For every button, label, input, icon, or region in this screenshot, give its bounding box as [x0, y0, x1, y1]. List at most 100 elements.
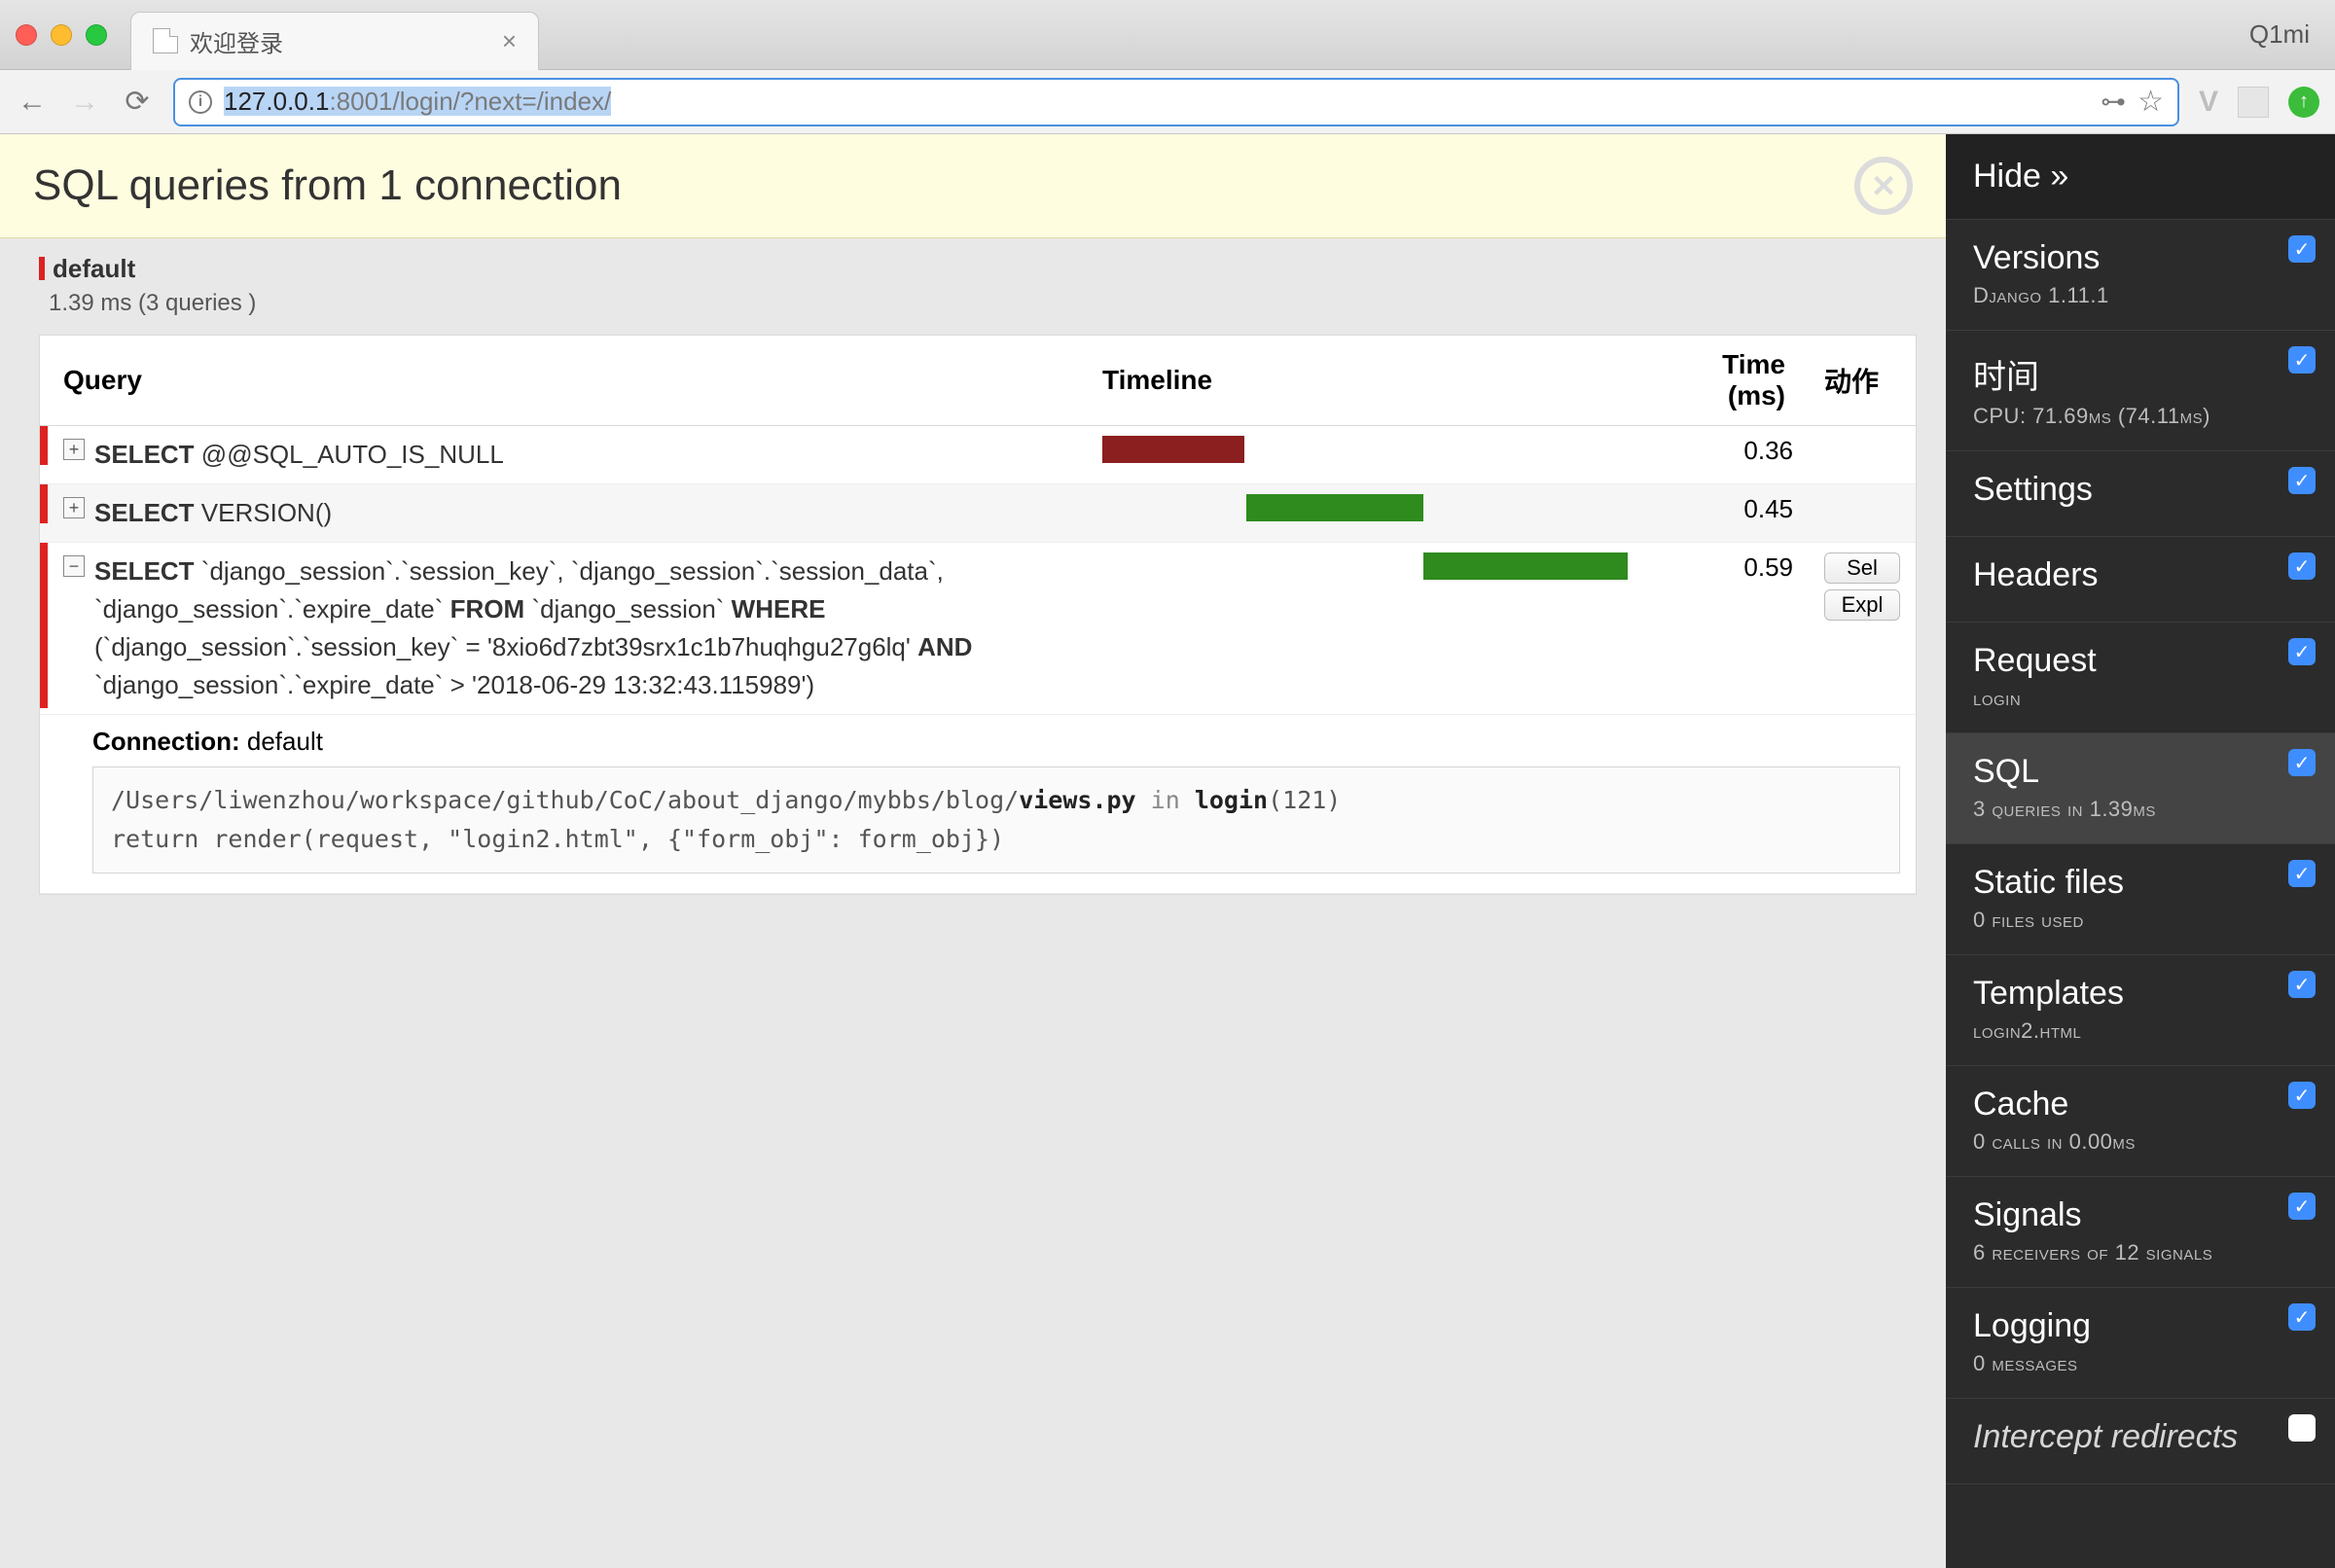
panel-title-label: Intercept redirects: [1973, 1418, 2308, 1456]
panel-subtitle: login: [1973, 686, 2308, 711]
panel-title-label: Request: [1973, 642, 2308, 680]
debug-panel-时间[interactable]: 时间 CPU: 71.69ms (74.11ms) ✓: [1946, 331, 2335, 451]
debug-panel-request[interactable]: Request login ✓: [1946, 623, 2335, 733]
panel-subtitle: CPU: 71.69ms (74.11ms): [1973, 404, 2308, 429]
extension-v-icon[interactable]: V: [2199, 86, 2218, 119]
bookmark-star-icon[interactable]: ☆: [2137, 85, 2164, 119]
debug-panel-settings[interactable]: Settings✓: [1946, 451, 2335, 537]
col-time: Time (ms): [1643, 336, 1809, 426]
forward-button[interactable]: →: [68, 86, 101, 119]
timeline-bar: [1102, 494, 1628, 521]
timeline-segment: [1423, 552, 1628, 580]
debug-toolbar: Hide »VersionsDjango 1.11.1✓时间CPU: 71.69…: [1946, 134, 2335, 1568]
debug-panel-static-files[interactable]: Static files 0 files used ✓: [1946, 844, 2335, 955]
panel-checkbox[interactable]: ✓: [2288, 467, 2316, 494]
panel-title: SQL queries from 1 connection: [33, 161, 622, 210]
severity-marker: [40, 426, 48, 465]
panel-header: SQL queries from 1 connection ×: [0, 134, 1946, 238]
hide-toolbar-button[interactable]: Hide »: [1946, 134, 2335, 220]
page-icon: [153, 28, 178, 53]
minimize-window-icon[interactable]: [51, 24, 72, 46]
extension-icons: V ↑: [2199, 86, 2319, 119]
panel-subtitle: 6 receivers of 12 signals: [1973, 1240, 2308, 1265]
panel-subtitle: login2.html: [1973, 1018, 2308, 1044]
expand-toggle-button[interactable]: +: [63, 439, 85, 460]
profile-name[interactable]: Q1mi: [2249, 19, 2319, 50]
query-time: 0.59: [1643, 543, 1809, 715]
sql-text: SELECT @@SQL_AUTO_IS_NULL: [94, 436, 504, 474]
extension-green-icon[interactable]: ↑: [2288, 87, 2319, 118]
col-action: 动作: [1809, 336, 1916, 426]
panel-title-label: 时间: [1973, 350, 2308, 398]
panel-checkbox[interactable]: ✓: [2288, 860, 2316, 887]
panel-title-label: Static files: [1973, 864, 2308, 902]
panel-subtitle: 3 queries in 1.39ms: [1973, 797, 2308, 822]
query-detail: Connection: default /Users/liwenzhou/wor…: [40, 715, 1916, 894]
debug-panel-templates[interactable]: Templateslogin2.html✓: [1946, 955, 2335, 1066]
connection-name: default: [53, 254, 135, 283]
close-window-icon[interactable]: [16, 24, 37, 46]
extension-square-icon[interactable]: [2238, 87, 2269, 118]
debug-panel-cache[interactable]: Cache 0 calls in 0.00ms ✓: [1946, 1066, 2335, 1177]
collapse-toggle-button[interactable]: −: [63, 555, 85, 577]
query-time: 0.36: [1643, 426, 1809, 484]
timeline-segment: [1102, 436, 1244, 463]
query-time: 0.45: [1643, 484, 1809, 543]
panel-checkbox[interactable]: ✓: [2288, 971, 2316, 998]
severity-marker: [40, 484, 48, 523]
panel-title-label: Cache: [1973, 1086, 2308, 1123]
panel-subtitle: Django 1.11.1: [1973, 283, 2308, 308]
panel-checkbox[interactable]: ✓: [2288, 638, 2316, 665]
expand-toggle-button[interactable]: +: [63, 497, 85, 518]
tab-title: 欢迎登录: [190, 24, 283, 58]
connection-line: Connection: default: [92, 727, 1900, 757]
toolbar: ← → ⟳ i 127.0.0.1:8001/login/?next=/inde…: [0, 70, 2335, 134]
debug-panel-logging[interactable]: Logging 0 messages ✓: [1946, 1288, 2335, 1399]
select-button[interactable]: Sel: [1824, 552, 1900, 584]
debug-panel-headers[interactable]: Headers✓: [1946, 537, 2335, 623]
browser-tab[interactable]: 欢迎登录 ×: [130, 12, 539, 70]
connection-stats: 1.39 ms (3 queries ): [49, 290, 1907, 317]
panel-checkbox[interactable]: ✓: [2288, 1193, 2316, 1220]
url-text: 127.0.0.1:8001/login/?next=/index/: [224, 87, 611, 117]
sql-panel: SQL queries from 1 connection × default …: [0, 134, 1946, 1568]
panel-subtitle: 0 files used: [1973, 908, 2308, 933]
browser-window: 欢迎登录 × Q1mi ← → ⟳ i 127.0.0.1:8001/login…: [0, 0, 2335, 1568]
panel-title-label: Settings: [1973, 471, 2308, 509]
query-row: + SELECT @@SQL_AUTO_IS_NULL 0.36: [40, 426, 1916, 484]
query-row: − SELECT `django_session`.`session_key`,…: [40, 543, 1916, 715]
panel-title-label: Signals: [1973, 1196, 2308, 1234]
info-icon[interactable]: i: [189, 90, 212, 114]
url-bar[interactable]: i 127.0.0.1:8001/login/?next=/index/ ⊶ ☆: [173, 78, 2179, 126]
maximize-window-icon[interactable]: [86, 24, 107, 46]
close-panel-button[interactable]: ×: [1854, 157, 1913, 215]
back-button[interactable]: ←: [16, 86, 49, 119]
panel-checkbox[interactable]: ✓: [2288, 749, 2316, 776]
col-query: Query: [48, 336, 1087, 426]
explain-button[interactable]: Expl: [1824, 589, 1900, 621]
panel-checkbox[interactable]: [2288, 1414, 2316, 1442]
content-area: SQL queries from 1 connection × default …: [0, 134, 2335, 1568]
debug-panel-intercept-redirects[interactable]: Intercept redirects: [1946, 1399, 2335, 1484]
panel-checkbox[interactable]: ✓: [2288, 235, 2316, 263]
key-icon[interactable]: ⊶: [2101, 87, 2126, 117]
timeline-bar: [1102, 436, 1628, 463]
col-timeline: Timeline: [1087, 336, 1643, 426]
reload-button[interactable]: ⟳: [121, 86, 154, 119]
panel-subtitle: 0 calls in 0.00ms: [1973, 1129, 2308, 1155]
timeline-segment: [1246, 494, 1423, 521]
panel-checkbox[interactable]: ✓: [2288, 1082, 2316, 1109]
debug-panel-signals[interactable]: Signals 6 receivers of 12 signals ✓: [1946, 1177, 2335, 1288]
panel-subtitle: 0 messages: [1973, 1351, 2308, 1376]
close-tab-icon[interactable]: ×: [502, 26, 517, 56]
panel-checkbox[interactable]: ✓: [2288, 346, 2316, 374]
panel-title-label: Headers: [1973, 556, 2308, 594]
severity-marker: [40, 543, 48, 708]
debug-panel-sql[interactable]: SQL3 queries in 1.39ms✓: [1946, 733, 2335, 844]
window-controls: [16, 24, 107, 46]
debug-panel-versions[interactable]: VersionsDjango 1.11.1✓: [1946, 220, 2335, 331]
panel-checkbox[interactable]: ✓: [2288, 552, 2316, 580]
panel-title-label: Logging: [1973, 1307, 2308, 1345]
panel-checkbox[interactable]: ✓: [2288, 1303, 2316, 1331]
query-row: + SELECT VERSION() 0.45: [40, 484, 1916, 543]
